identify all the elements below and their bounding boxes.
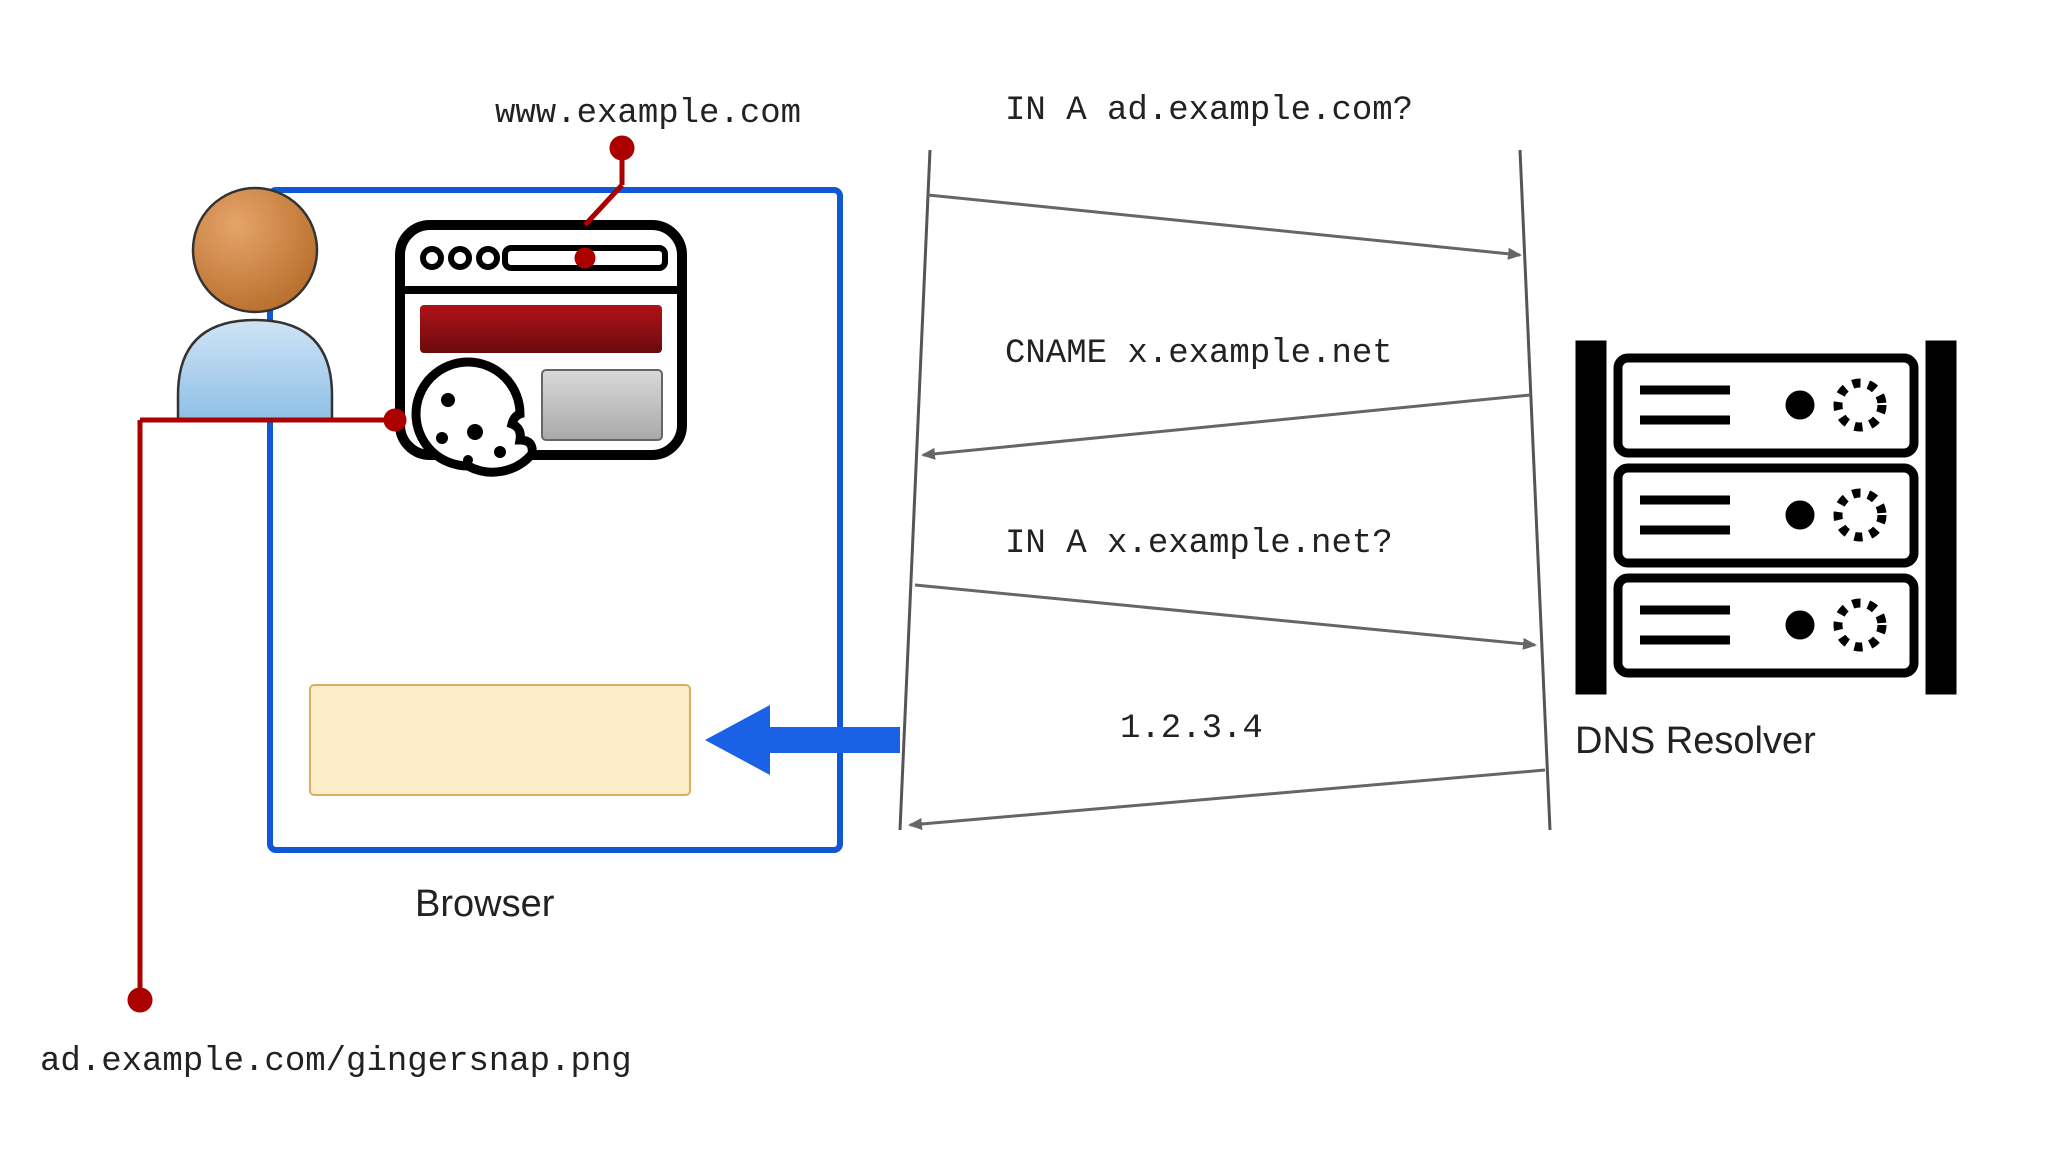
diagram-svg <box>0 0 2048 1163</box>
big-arrow-icon <box>705 705 900 775</box>
server-rack-icon <box>1580 345 1952 690</box>
lifeline-right <box>1520 150 1550 830</box>
arrow-q2 <box>915 585 1535 645</box>
lifeline-left <box>900 150 930 830</box>
arrow-r1 <box>923 395 1530 455</box>
dns-result-note <box>310 685 690 795</box>
user-icon <box>178 188 332 420</box>
browser-window-icon <box>400 225 682 472</box>
arrow-r2 <box>910 770 1545 825</box>
arrow-q1 <box>928 195 1520 255</box>
diagram-stage: www.example.com IN A ad.example.com? CNA… <box>0 0 2048 1163</box>
